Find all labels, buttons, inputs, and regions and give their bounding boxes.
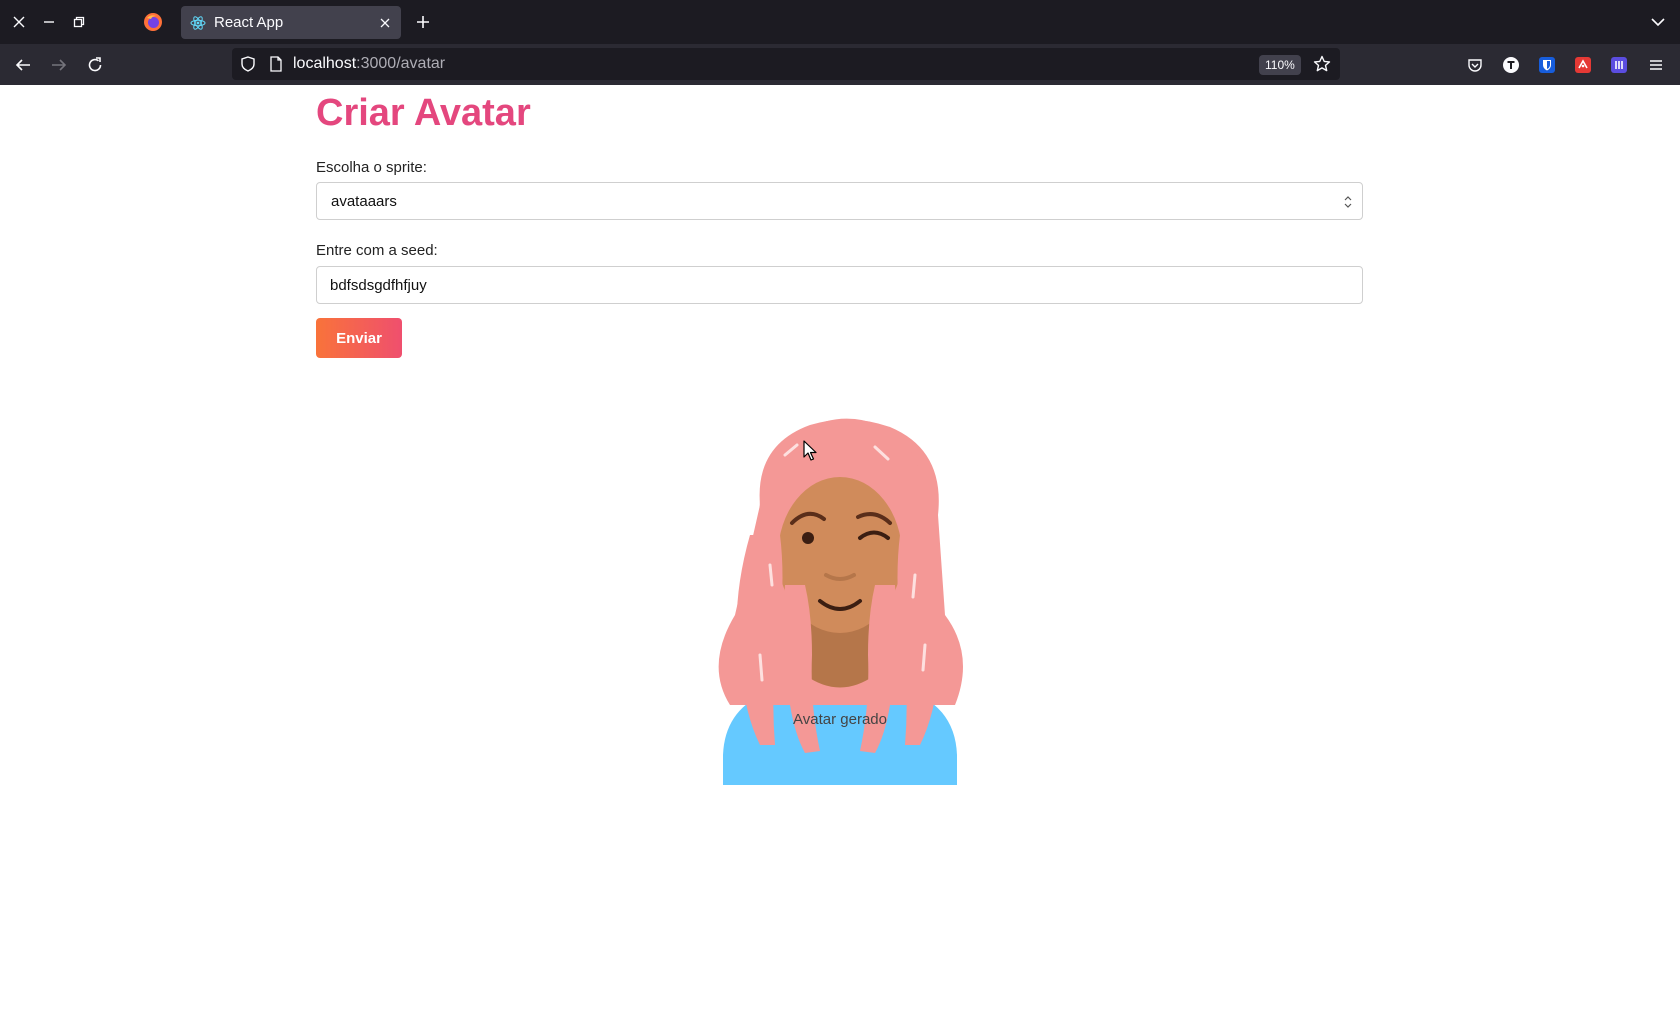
mouse-cursor-icon (803, 440, 817, 461)
firefox-logo-icon (143, 12, 163, 32)
avatar-caption: Avatar gerado (793, 711, 887, 728)
list-all-tabs-icon[interactable] (1648, 12, 1668, 32)
tracking-protection-shield-icon[interactable] (240, 56, 256, 72)
submit-button[interactable]: Enviar (316, 318, 402, 358)
select-updown-chevron-icon (1343, 195, 1353, 209)
forward-icon[interactable] (48, 54, 70, 76)
restore-window-icon[interactable] (67, 10, 91, 34)
sprite-select[interactable]: avataaars (316, 182, 1363, 220)
bookmark-star-icon[interactable] (1313, 55, 1331, 73)
url-path: :3000/avatar (356, 55, 446, 72)
tab-react-app[interactable]: React App (181, 6, 401, 39)
close-window-icon[interactable] (7, 10, 31, 34)
new-tab-icon[interactable] (413, 12, 433, 32)
page-title: Criar Avatar (316, 92, 531, 134)
close-tab-icon[interactable] (377, 15, 393, 31)
extension-red-icon[interactable] (1574, 56, 1592, 74)
reload-icon[interactable] (84, 54, 106, 76)
hamburger-menu-icon[interactable] (1647, 56, 1665, 74)
browser-navbar: localhost:3000/avatar 110% (0, 44, 1680, 86)
back-icon[interactable] (12, 54, 34, 76)
page-info-icon[interactable] (268, 56, 284, 72)
extension-t-icon[interactable] (1502, 56, 1520, 74)
page-content: Criar Avatar Escolha o sprite: avataaars… (0, 85, 1680, 1011)
react-favicon-icon (190, 15, 206, 31)
url-text[interactable]: localhost:3000/avatar (293, 55, 445, 73)
url-host: localhost (293, 55, 357, 72)
browser-titlebar: React App (0, 0, 1680, 44)
zoom-level-badge[interactable]: 110% (1259, 55, 1301, 75)
seed-input[interactable] (316, 266, 1363, 304)
sprite-label: Escolha o sprite: (316, 159, 427, 176)
tab-title: React App (214, 14, 284, 31)
sprite-select-value: avataaars (331, 193, 397, 210)
url-bar[interactable]: localhost:3000/avatar 110% (232, 48, 1340, 80)
bitwarden-icon[interactable] (1538, 56, 1556, 74)
extension-purple-icon[interactable] (1610, 56, 1628, 74)
minimize-window-icon[interactable] (37, 10, 61, 34)
seed-label: Entre com a seed: (316, 242, 438, 259)
pocket-icon[interactable] (1466, 56, 1484, 74)
